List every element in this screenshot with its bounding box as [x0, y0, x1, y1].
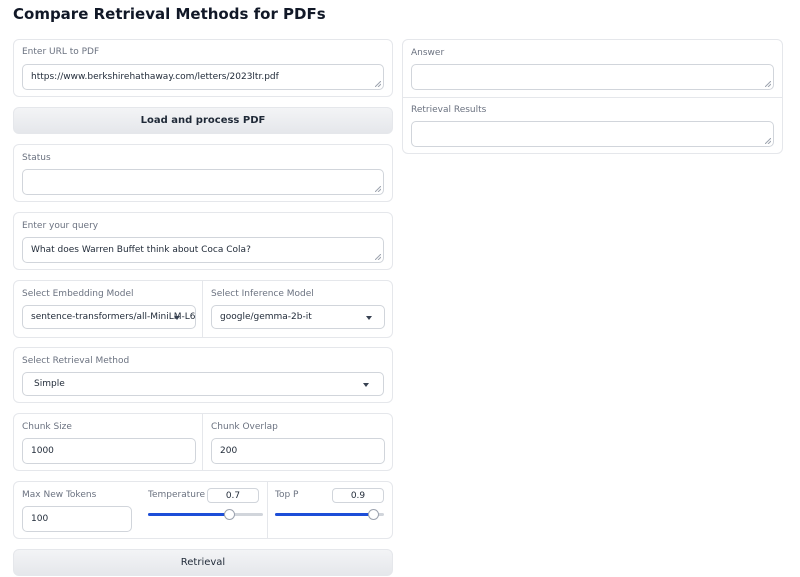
resize-handle-icon[interactable] — [375, 254, 381, 260]
max-tokens-input[interactable]: 100 — [22, 506, 132, 532]
chunk-size-label: Chunk Size — [22, 422, 72, 432]
resize-handle-icon[interactable] — [375, 186, 381, 192]
output-block: Answer Retrieval Results — [402, 39, 783, 154]
embedding-model-value: sentence-transformers/all-MiniLM-L6 — [31, 312, 196, 322]
inference-model-dropdown[interactable]: google/gemma-2b-it — [211, 305, 385, 329]
chunk-overlap-value: 200 — [220, 446, 238, 456]
chunk-overlap-label: Chunk Overlap — [211, 422, 278, 432]
temperature-slider-fill — [148, 513, 229, 516]
page-title: Compare Retrieval Methods for PDFs — [13, 5, 326, 23]
url-value: https://www.berkshirehathaway.com/letter… — [31, 72, 279, 82]
chevron-down-icon — [174, 316, 180, 320]
url-block: Enter URL to PDF https://www.berkshireha… — [13, 39, 393, 97]
retrieval-button[interactable]: Retrieval — [13, 549, 393, 576]
top-p-slider-fill — [275, 513, 373, 516]
chunk-size-value: 1000 — [31, 446, 54, 456]
resize-handle-icon[interactable] — [765, 138, 771, 144]
query-value: What does Warren Buffet think about Coca… — [31, 245, 251, 255]
chevron-down-icon — [366, 316, 372, 320]
status-block: Status — [13, 144, 393, 202]
resize-handle-icon[interactable] — [375, 81, 381, 87]
answer-label: Answer — [411, 48, 445, 58]
max-tokens-value: 100 — [31, 514, 49, 524]
retrieval-results-label: Retrieval Results — [411, 105, 487, 115]
url-label: Enter URL to PDF — [22, 47, 100, 57]
retrieval-results-textbox[interactable] — [411, 121, 774, 147]
inference-model-value: google/gemma-2b-it — [220, 312, 312, 322]
embedding-model-label: Select Embedding Model — [22, 289, 134, 299]
query-input[interactable]: What does Warren Buffet think about Coca… — [22, 237, 384, 263]
retrieval-method-label: Select Retrieval Method — [22, 356, 130, 366]
temperature-slider-thumb[interactable] — [224, 509, 235, 520]
load-process-pdf-button[interactable]: Load and process PDF — [13, 107, 393, 134]
temperature-number-input[interactable]: 0.7 — [207, 488, 259, 503]
divider — [403, 97, 782, 98]
temperature-label: Temperature — [148, 490, 206, 500]
generation-params-block: Max New Tokens 100 Temperature 0.7 Top P… — [13, 481, 393, 539]
url-input[interactable]: https://www.berkshirehathaway.com/letter… — [22, 64, 384, 90]
model-select-block: Select Embedding Model sentence-transfor… — [13, 280, 393, 338]
divider — [267, 482, 268, 538]
max-tokens-label: Max New Tokens — [22, 490, 97, 500]
resize-handle-icon[interactable] — [765, 81, 771, 87]
status-label: Status — [22, 153, 51, 163]
retrieval-method-dropdown[interactable]: Simple — [22, 372, 384, 396]
retrieval-method-block: Select Retrieval Method Simple — [13, 347, 393, 403]
inference-model-label: Select Inference Model — [211, 289, 314, 299]
embedding-model-dropdown[interactable]: sentence-transformers/all-MiniLM-L6 — [22, 305, 196, 329]
top-p-slider-thumb[interactable] — [368, 509, 379, 520]
divider — [202, 281, 203, 337]
answer-textbox[interactable] — [411, 64, 774, 90]
divider — [202, 414, 203, 470]
retrieval-method-value: Simple — [34, 379, 65, 389]
top-p-slider[interactable] — [275, 509, 384, 520]
query-label: Enter your query — [22, 221, 99, 231]
temperature-slider[interactable] — [148, 509, 263, 520]
chunking-block: Chunk Size 1000 Chunk Overlap 200 — [13, 413, 393, 471]
chunk-overlap-input[interactable]: 200 — [211, 438, 385, 464]
top-p-label: Top P — [275, 490, 299, 500]
query-block: Enter your query What does Warren Buffet… — [13, 212, 393, 270]
top-p-number-input[interactable]: 0.9 — [332, 488, 384, 503]
chunk-size-input[interactable]: 1000 — [22, 438, 196, 464]
status-textbox[interactable] — [22, 169, 384, 195]
chevron-down-icon — [363, 383, 369, 387]
